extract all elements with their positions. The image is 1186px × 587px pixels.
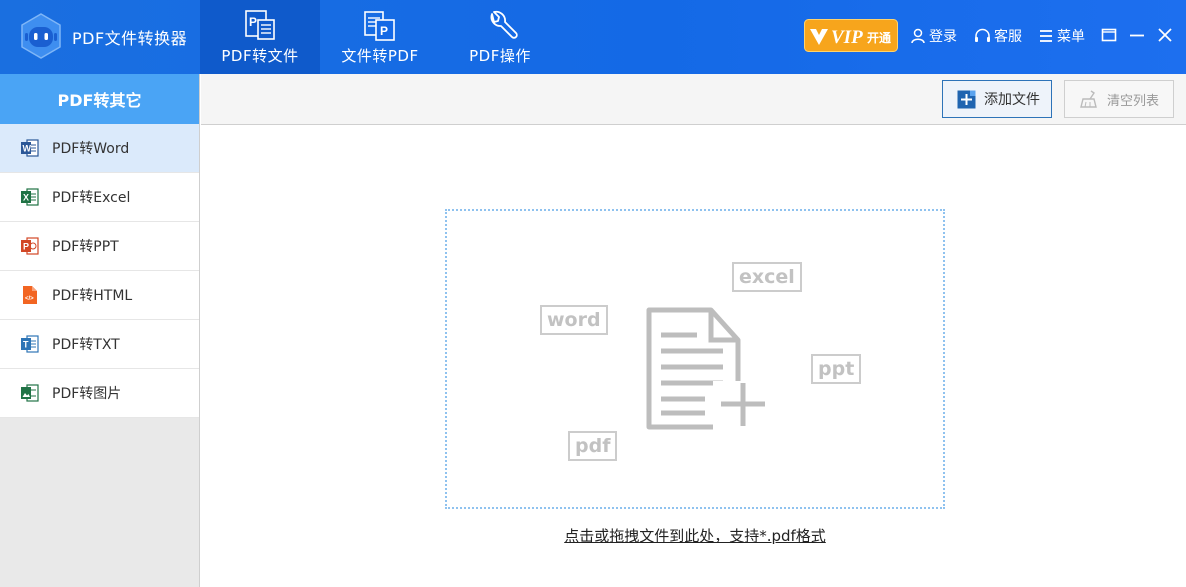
title-bar: PDF文件转换器 P PDF转文件 P 文件转PDF PDF操作 VIP 开通 …: [0, 0, 1186, 74]
sidebar-heading: PDF转其它: [0, 74, 199, 124]
user-icon: [911, 28, 925, 44]
customer-service-button[interactable]: 客服: [974, 26, 1022, 46]
image-file-icon: [21, 384, 39, 402]
pdf-tag: pdf: [568, 431, 618, 461]
login-label: 登录: [929, 29, 957, 45]
sidebar-item-pdf-to-txt[interactable]: T PDF转TXT: [0, 320, 199, 369]
svg-text:</>: </>: [25, 296, 34, 302]
sidebar-item-pdf-to-image[interactable]: PDF转图片: [0, 369, 199, 418]
sidebar-item-label: PDF转Word: [52, 141, 130, 157]
menu-button[interactable]: 菜单: [1038, 26, 1085, 46]
login-button[interactable]: 登录: [910, 26, 957, 46]
html-file-icon: </>: [23, 286, 37, 304]
app-logo-icon: [21, 13, 61, 59]
vip-sub-text: 开通: [867, 30, 891, 45]
word-tag: word: [540, 305, 608, 335]
add-file-button[interactable]: 添加文件: [942, 80, 1052, 118]
document-add-icon: [646, 307, 767, 431]
clear-list-label: 清空列表: [1107, 93, 1160, 109]
svg-text:P: P: [249, 15, 257, 29]
tab-pdf-operations[interactable]: PDF操作: [440, 0, 560, 74]
svg-text:P: P: [23, 242, 29, 252]
maximize-icon[interactable]: [1098, 24, 1120, 46]
file-to-pdf-icon: P: [364, 11, 395, 41]
sidebar-item-label: PDF转Excel: [52, 190, 131, 206]
tab-label: PDF转文件: [221, 47, 299, 65]
file-drop-zone[interactable]: word excel ppt pdf: [445, 209, 945, 509]
wrench-icon: [490, 10, 518, 39]
hamburger-menu-icon: [1040, 30, 1052, 42]
add-file-label: 添加文件: [984, 92, 1040, 108]
svg-text:P: P: [380, 24, 388, 38]
ppt-tag: ppt: [811, 354, 862, 384]
app-title: PDF文件转换器: [72, 29, 188, 48]
sidebar-item-label: PDF转图片: [52, 386, 122, 402]
tab-pdf-to-file[interactable]: P PDF转文件: [200, 0, 320, 74]
service-label: 客服: [994, 29, 1022, 45]
sidebar-item-pdf-to-excel[interactable]: X PDF转Excel: [0, 173, 199, 222]
txt-file-icon: T: [21, 335, 39, 353]
minimize-icon[interactable]: [1126, 24, 1148, 46]
close-icon[interactable]: [1154, 24, 1176, 46]
sidebar-item-label: PDF转PPT: [52, 239, 119, 255]
pdf-to-file-icon: P: [245, 10, 275, 40]
excel-file-icon: X: [21, 188, 39, 206]
svg-text:X: X: [23, 193, 29, 203]
sidebar-item-pdf-to-ppt[interactable]: P PDF转PPT: [0, 222, 199, 271]
tab-file-to-pdf[interactable]: P 文件转PDF: [320, 0, 440, 74]
tab-label: PDF操作: [469, 47, 531, 65]
ppt-file-icon: P: [21, 237, 39, 255]
excel-tag: excel: [732, 262, 802, 292]
toolbar: 添加文件 清空列表: [201, 74, 1186, 125]
sidebar-item-label: PDF转TXT: [52, 337, 120, 353]
drop-hint-link[interactable]: 点击或拖拽文件到此处，支持*.pdf格式: [445, 525, 945, 546]
tab-label: 文件转PDF: [341, 47, 419, 65]
sidebar: PDF转其它 W PDF转Word X PDF转Excel P PDF转PPT …: [0, 74, 200, 587]
headset-icon: [975, 28, 990, 42]
menu-label: 菜单: [1057, 29, 1085, 45]
sidebar-item-pdf-to-word[interactable]: W PDF转Word: [0, 124, 199, 173]
clear-list-button[interactable]: 清空列表: [1064, 80, 1174, 118]
vip-text: VIP: [831, 27, 863, 48]
vip-badge[interactable]: VIP 开通: [804, 19, 898, 52]
sidebar-item-pdf-to-html[interactable]: </> PDF转HTML: [0, 271, 199, 320]
sidebar-item-label: PDF转HTML: [52, 288, 133, 304]
broom-icon: [1080, 90, 1097, 108]
svg-text:W: W: [23, 144, 32, 154]
svg-text:T: T: [23, 340, 29, 350]
word-file-icon: W: [21, 139, 39, 157]
add-icon: [957, 90, 976, 108]
